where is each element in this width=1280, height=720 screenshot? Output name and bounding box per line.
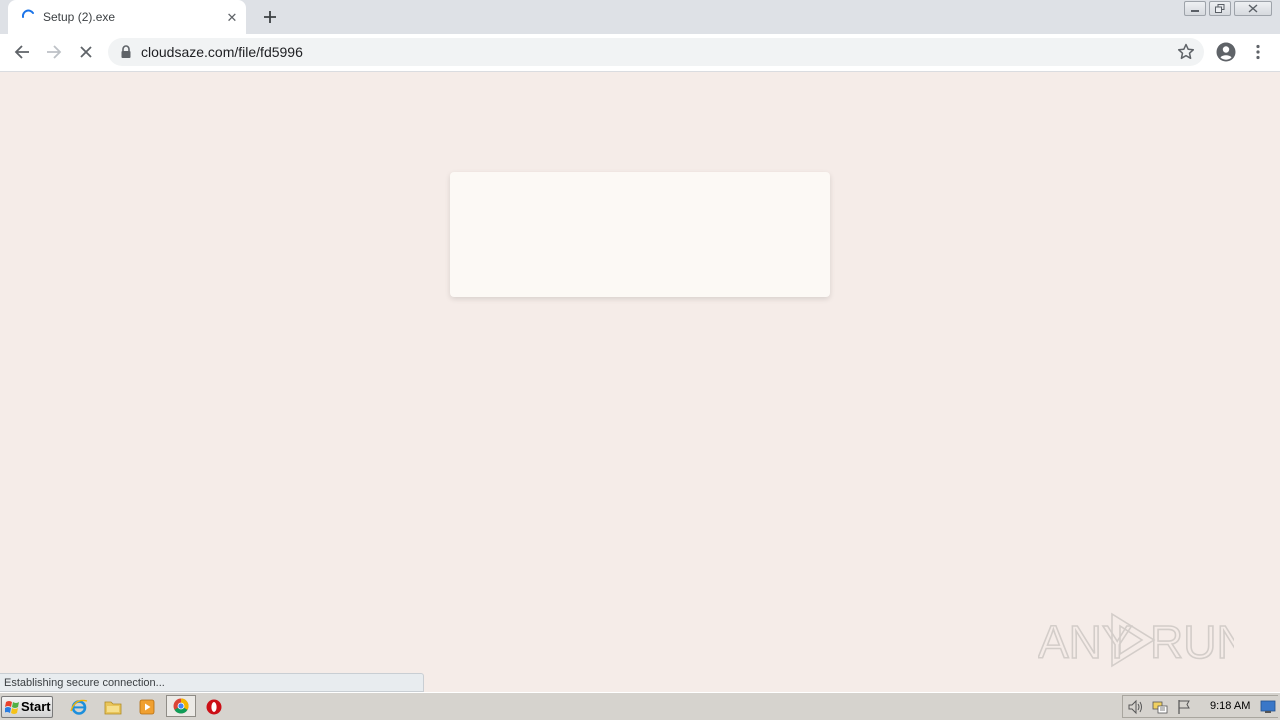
- chrome-icon: [173, 698, 189, 714]
- watermark-left: ANY: [1038, 616, 1133, 668]
- show-desktop-icon: [1260, 700, 1276, 713]
- loading-card: [450, 172, 830, 297]
- forward-button[interactable]: [42, 40, 66, 64]
- new-tab-button[interactable]: [259, 6, 281, 28]
- folder-icon: [104, 701, 122, 715]
- stop-icon: [80, 46, 92, 58]
- forward-arrow-icon: [47, 45, 62, 59]
- status-text: Establishing secure connection...: [4, 677, 165, 689]
- taskbar-media-button[interactable]: [138, 698, 156, 716]
- close-window-icon: [1248, 4, 1258, 13]
- minimize-button[interactable]: [1184, 1, 1206, 16]
- show-desktop-button[interactable]: [1259, 698, 1277, 716]
- menu-button[interactable]: [1246, 40, 1270, 64]
- back-button[interactable]: [10, 40, 34, 64]
- anyrun-logo-icon: ANY RUN: [1037, 612, 1250, 669]
- windows-flag-icon: [5, 701, 19, 714]
- system-tray: 9:18 AM: [1122, 695, 1278, 718]
- watermark-right: RUN: [1150, 616, 1234, 668]
- network-icon: [1152, 701, 1168, 714]
- profile-button[interactable]: [1214, 40, 1238, 64]
- taskbar-clock[interactable]: 9:18 AM: [1210, 700, 1250, 712]
- loading-spinner-icon: [21, 9, 34, 18]
- address-url[interactable]: cloudsaze.com/file/fd5996: [141, 44, 303, 60]
- menu-dots-icon: [1256, 44, 1260, 60]
- restore-icon: [1215, 4, 1225, 13]
- star-icon[interactable]: [1176, 42, 1196, 62]
- network-button[interactable]: [1151, 698, 1169, 716]
- internet-explorer-icon: [70, 699, 88, 715]
- address-bar[interactable]: cloudsaze.com/file/fd5996: [108, 38, 1204, 66]
- page-viewport: ANY RUN Establishing secure connection..…: [0, 72, 1280, 692]
- restore-button[interactable]: [1209, 1, 1231, 16]
- tab-title: Setup (2).exe: [43, 10, 116, 24]
- lock-icon[interactable]: [120, 45, 132, 59]
- close-window-button[interactable]: [1234, 1, 1272, 16]
- status-bubble: Establishing secure connection...: [0, 673, 424, 692]
- taskbar: Start 9:18 AM: [0, 692, 1280, 720]
- account-icon: [1216, 42, 1236, 62]
- tab-strip: Setup (2).exe ✕: [0, 0, 1280, 34]
- plus-icon: [264, 11, 276, 23]
- anyrun-watermark: ANY RUN: [1037, 608, 1250, 672]
- back-arrow-icon: [14, 45, 29, 59]
- taskbar-ie-button[interactable]: [70, 698, 88, 716]
- taskbar-opera-button[interactable]: [205, 698, 223, 716]
- taskbar-explorer-button[interactable]: [104, 698, 122, 716]
- start-label: Start: [21, 699, 51, 714]
- browser-toolbar: cloudsaze.com/file/fd5996: [0, 34, 1280, 72]
- action-center-flag-icon: [1178, 700, 1190, 714]
- stop-button[interactable]: [74, 40, 98, 64]
- opera-icon: [206, 699, 222, 715]
- start-button[interactable]: Start: [1, 696, 53, 718]
- active-tab[interactable]: Setup (2).exe ✕: [8, 0, 246, 34]
- close-icon[interactable]: ✕: [224, 9, 240, 25]
- volume-button[interactable]: [1127, 698, 1145, 716]
- speaker-icon: [1128, 699, 1142, 715]
- taskbar-chrome-button[interactable]: [166, 695, 196, 717]
- action-center-button[interactable]: [1175, 698, 1193, 716]
- media-player-icon: [139, 699, 155, 715]
- minimize-icon: [1191, 9, 1199, 12]
